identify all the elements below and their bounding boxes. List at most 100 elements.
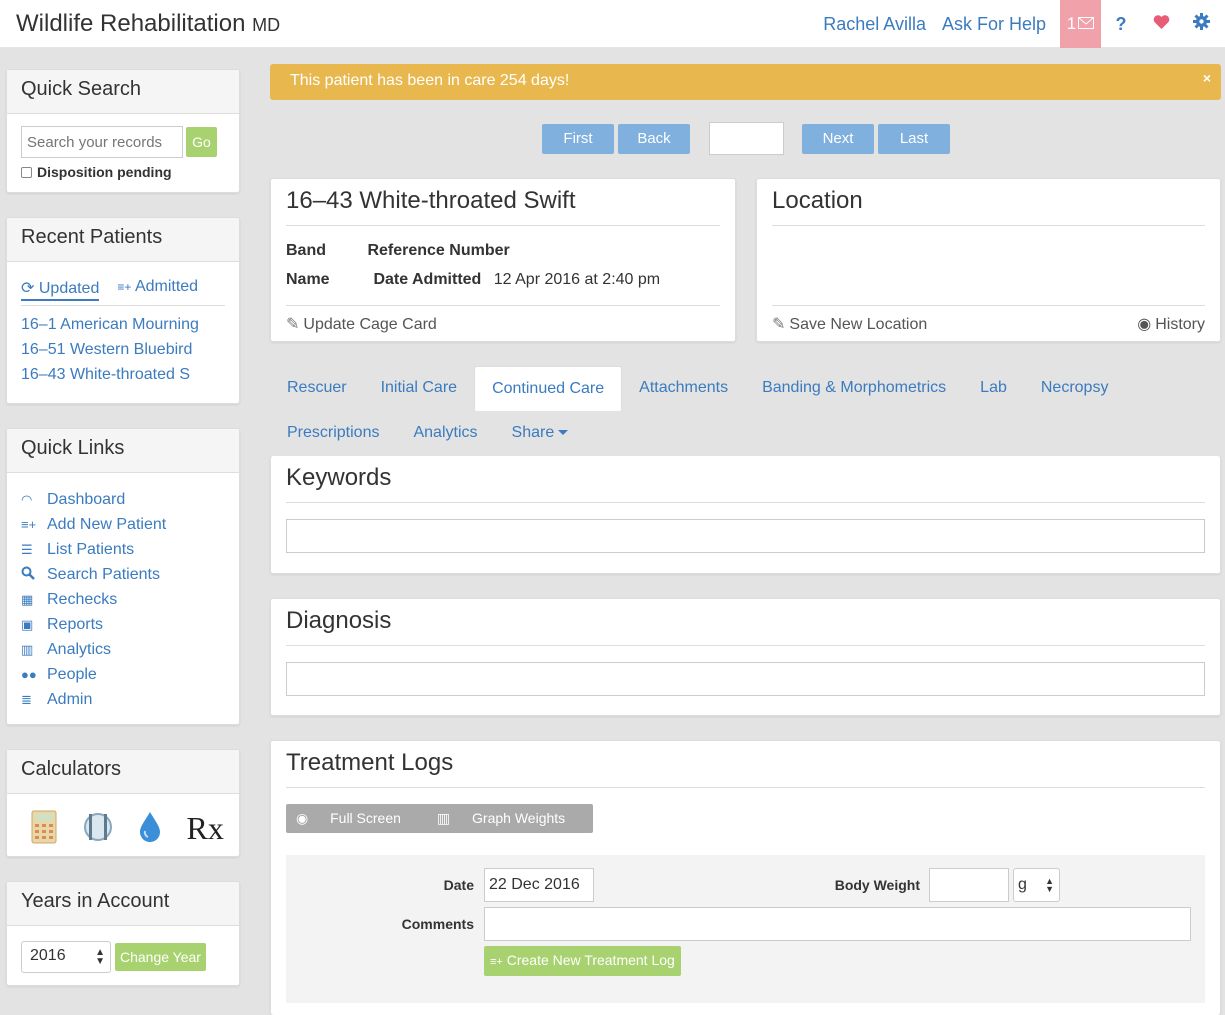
tab-continued-care[interactable]: Continued Care: [474, 366, 623, 411]
link-label: Update Cage Card: [303, 316, 437, 333]
panel-title: Quick Links: [7, 429, 239, 473]
ql-reports[interactable]: ▣ Reports: [21, 612, 225, 637]
patient-title: 16–43 White-throated Swift: [286, 179, 720, 226]
messages-button[interactable]: 1: [1060, 0, 1101, 48]
envelope-icon: [1078, 14, 1095, 34]
full-screen-button[interactable]: ◉ Full Screen: [296, 810, 419, 827]
tab-attachments[interactable]: Attachments: [622, 366, 745, 411]
case-number-input[interactable]: [709, 122, 784, 155]
ql-label: Dashboard: [47, 490, 126, 508]
add-list-icon: ≡+: [21, 517, 37, 532]
search-input[interactable]: [21, 126, 183, 158]
graph-weights-button[interactable]: ▥ Graph Weights: [437, 810, 583, 827]
tab-admitted[interactable]: ≡+ Admitted: [117, 278, 198, 301]
nutrition-icon[interactable]: [81, 810, 113, 846]
user-link[interactable]: Rachel Avilla: [815, 14, 934, 35]
ql-label: Search Patients: [47, 565, 160, 583]
tab-necropsy[interactable]: Necropsy: [1024, 366, 1126, 411]
calculator-icon[interactable]: [28, 810, 60, 846]
users-icon: ●●: [21, 667, 37, 682]
treatment-toolbar: ◉ Full Screen ▥ Graph Weights: [286, 804, 594, 833]
caret-down-icon: [558, 430, 569, 436]
next-button[interactable]: Next: [802, 124, 874, 154]
first-button[interactable]: First: [542, 124, 614, 154]
ql-admin[interactable]: ≣ Admin: [21, 687, 225, 712]
add-list-icon: ≡+: [490, 956, 503, 968]
history-link[interactable]: ◉ History: [1137, 314, 1205, 334]
tab-lab[interactable]: Lab: [963, 366, 1024, 411]
recent-patient-link[interactable]: 16–51 Western Bluebird: [21, 341, 225, 366]
unit-value: g: [1018, 876, 1027, 893]
ql-people[interactable]: ●● People: [21, 662, 225, 687]
ql-rechecks[interactable]: ▦ Rechecks: [21, 587, 225, 612]
ql-list-patients[interactable]: ☰ List Patients: [21, 537, 225, 562]
ql-label: Reports: [47, 615, 104, 633]
button-label: Create New Treatment Log: [506, 952, 675, 968]
close-icon[interactable]: ×: [1203, 70, 1211, 86]
ql-search-patients[interactable]: Search Patients: [21, 562, 225, 587]
diagnosis-input[interactable]: [286, 662, 1205, 696]
disposition-checkbox[interactable]: [21, 166, 32, 178]
comments-input[interactable]: [484, 907, 1191, 941]
brand-title: Wildlife Rehabilitation: [16, 10, 246, 37]
panel-title: Calculators: [7, 750, 239, 794]
body-weight-label: Body Weight: [834, 877, 920, 893]
recent-patient-link[interactable]: 16–1 American Mourning: [21, 316, 225, 341]
back-button[interactable]: Back: [618, 124, 690, 154]
keywords-input[interactable]: [286, 519, 1205, 553]
ql-label: List Patients: [47, 540, 135, 558]
bar-chart-icon: ▥: [436, 810, 451, 826]
tab-updated[interactable]: ⟳ Updated: [21, 278, 100, 301]
year-select[interactable]: 2016 ▲ ▼: [21, 941, 111, 973]
change-year-button[interactable]: Change Year: [115, 943, 206, 971]
unit-select[interactable]: g ▲ ▼: [1013, 868, 1060, 902]
date-admitted-value: 12 Apr 2016 at 2:40 pm: [493, 271, 661, 288]
button-label: Graph Weights: [472, 810, 566, 826]
location-title: Location: [772, 179, 1205, 226]
patient-tabs: Rescuer Initial Care Continued Care Atta…: [270, 366, 1221, 456]
recent-patients-panel: Recent Patients ⟳ Updated ≡+ Admitted 16…: [6, 217, 240, 404]
treatment-logs-card: Treatment Logs ◉ Full Screen ▥ Graph Wei…: [270, 740, 1221, 1015]
update-cage-card-link[interactable]: ✎ Update Cage Card: [286, 305, 720, 341]
last-button[interactable]: Last: [878, 124, 950, 154]
fluid-drop-icon[interactable]: [134, 810, 166, 846]
create-treatment-log-button[interactable]: ≡+ Create New Treatment Log: [484, 946, 681, 976]
heart-icon[interactable]: [1141, 14, 1181, 35]
question-icon[interactable]: ?: [1101, 14, 1141, 35]
brand[interactable]: Wildlife Rehabilitation MD: [16, 10, 280, 38]
recent-patient-link[interactable]: 16–43 White-throated S: [21, 366, 225, 391]
date-input[interactable]: 22 Dec 2016: [484, 868, 594, 902]
eye-icon: ◉: [1137, 316, 1152, 333]
keywords-title: Keywords: [286, 456, 1205, 503]
list-icon: ☰: [21, 541, 33, 557]
bar-chart-icon: ▥: [21, 641, 34, 657]
save-location-link[interactable]: ✎ Save New Location: [772, 316, 927, 333]
top-navbar: Wildlife Rehabilitation MD Rachel Avilla…: [0, 0, 1225, 48]
tab-initial-care[interactable]: Initial Care: [364, 366, 474, 411]
prescription-icon[interactable]: Rx: [187, 810, 224, 846]
tab-share[interactable]: Share: [495, 411, 586, 456]
go-button[interactable]: Go: [186, 127, 217, 157]
database-icon: ≣: [21, 691, 32, 707]
body-weight-input[interactable]: [929, 868, 1009, 902]
patient-pager: First Back Next Last: [542, 122, 954, 155]
tab-analytics[interactable]: Analytics: [396, 411, 494, 456]
checkbox-label: Disposition pending: [37, 164, 172, 180]
gear-icon[interactable]: [1181, 13, 1221, 35]
date-admitted-label: Date Admitted: [373, 271, 482, 288]
help-link[interactable]: Ask For Help: [934, 14, 1054, 35]
select-arrows-icon: ▲ ▼: [95, 947, 105, 967]
date-label: Date: [443, 877, 474, 893]
ql-analytics[interactable]: ▥ Analytics: [21, 637, 225, 662]
tab-prescriptions[interactable]: Prescriptions: [270, 411, 396, 456]
ql-dashboard[interactable]: ◠ Dashboard: [21, 487, 225, 512]
tab-rescuer[interactable]: Rescuer: [270, 366, 364, 411]
link-label: Save New Location: [789, 316, 928, 333]
ql-label: Admin: [47, 690, 93, 708]
ql-add-patient[interactable]: ≡+ Add New Patient: [21, 512, 225, 537]
tab-banding[interactable]: Banding & Morphometrics: [745, 366, 963, 411]
brand-suffix: MD: [252, 15, 281, 35]
quick-links-panel: Quick Links ◠ Dashboard ≡+ Add New Patient…: [6, 428, 240, 725]
calculators-panel: Calculators Rx: [6, 749, 240, 857]
gauge-icon: ◠: [21, 491, 33, 507]
